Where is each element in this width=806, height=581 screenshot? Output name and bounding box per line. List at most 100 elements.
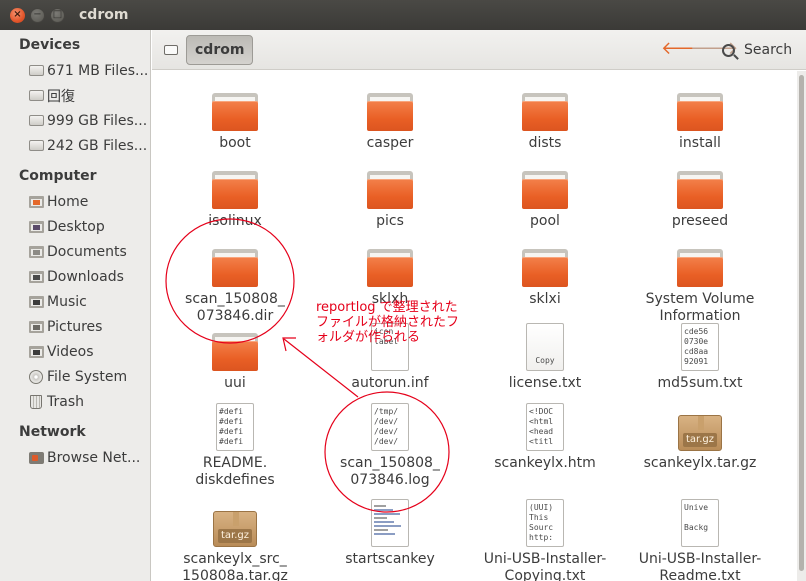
sidebar-item-label: Pictures (47, 318, 103, 335)
drive-icon (164, 44, 178, 55)
file-item[interactable]: <!DOC <html <head <titl scankeylx.htm (470, 401, 620, 472)
folder-body (677, 179, 723, 209)
folder-icon (211, 237, 259, 287)
file-item[interactable]: isolinux (160, 159, 310, 230)
code-line (374, 513, 400, 515)
sidebar-item[interactable]: 671 MB Files... (0, 58, 150, 83)
scrollbar-thumb[interactable] (799, 75, 804, 571)
trash-icon-shape (30, 394, 42, 409)
file-item[interactable]: pics (315, 159, 465, 230)
sidebar-item[interactable]: Documents (0, 239, 150, 264)
file-item[interactable]: (UUI) This Sourc http: Uni-USB-Installer-… (470, 497, 620, 581)
file-item[interactable]: preseed (625, 159, 775, 230)
filesystem-icon (28, 369, 44, 385)
file-item[interactable]: casper (315, 81, 465, 152)
file-item[interactable]: /tmp/ /dev/ /dev/ /dev/scan_150808_ 0738… (315, 401, 465, 489)
archive-tag: tar.gz (218, 529, 252, 543)
folder-shape (522, 93, 568, 131)
file-name: scan_150808_ 073846.dir (185, 291, 285, 324)
sidebar-item-label: 671 MB Files... (47, 62, 149, 79)
file-name: Uni-USB-Installer- Readme.txt (638, 551, 762, 581)
folder-icon (521, 237, 569, 287)
sidebar-item[interactable]: File System (0, 364, 150, 389)
sidebar-item[interactable]: Home (0, 189, 150, 214)
folder-icon (366, 159, 414, 209)
sidebar-item[interactable]: Music (0, 289, 150, 314)
file-name: isolinux (208, 213, 262, 229)
downloads-icon (28, 269, 44, 285)
file-item[interactable]: tar.gz scankeylx_src_ 150808a.tar.gz (160, 497, 310, 581)
file-item[interactable]: System Volume Information (625, 237, 775, 325)
folder-shape (677, 249, 723, 287)
file-item[interactable]: sklxh (315, 237, 465, 308)
file-item[interactable]: dists (470, 81, 620, 152)
binary-icon: Copy (521, 321, 569, 371)
sidebar-item[interactable]: 999 GB Files... (0, 108, 150, 133)
folder-body (522, 101, 568, 131)
archive-tag: tar.gz (683, 433, 717, 447)
file-name: license.txt (508, 375, 582, 391)
file-item[interactable]: #defi #defi #defi #defi README. diskdefin… (160, 401, 310, 489)
folder-shape (212, 333, 258, 371)
file-item[interactable]: install (625, 81, 775, 152)
sidebar-item[interactable]: 回復 (0, 83, 150, 108)
file-item[interactable]: pool (470, 159, 620, 230)
sidebar-item-label: Documents (47, 243, 127, 260)
file-name: dists (528, 135, 562, 151)
sidebar-item[interactable]: Pictures (0, 314, 150, 339)
code-line (374, 533, 395, 535)
code-line (374, 517, 387, 519)
file-name: casper (366, 135, 414, 151)
file-item[interactable]: Unive Backg Uni-USB-Installer- Readme.txt (625, 497, 775, 581)
file-item[interactable]: cde56 0730e cd8aa 92091 md5sum.txt (625, 321, 775, 392)
file-item[interactable]: startscankey (315, 497, 465, 568)
videos-icon (28, 344, 44, 360)
sidebar-item[interactable]: Trash (0, 389, 150, 414)
file-item[interactable]: tar.gz scankeylx.tar.gz (625, 401, 775, 472)
drive-icon (28, 63, 44, 79)
code-line (374, 525, 401, 527)
sidebar-item[interactable]: Browse Net... (0, 445, 150, 470)
folder-icon (676, 159, 724, 209)
file-name: autorun.inf (351, 375, 429, 391)
folder-shape (367, 171, 413, 209)
minimize-window-button[interactable]: − (30, 7, 45, 23)
file-name: preseed (671, 213, 729, 229)
breadcrumb-cdrom[interactable]: cdrom (186, 34, 254, 65)
text-icon: (UUI) This Sourc http: (521, 497, 569, 547)
network-icon (28, 450, 44, 466)
archive-box: tar.gz (213, 507, 257, 547)
sidebar-item-label: Trash (47, 393, 84, 410)
file-item[interactable]: sklxi (470, 237, 620, 308)
file-name: System Volume Information (645, 291, 755, 324)
file-item[interactable]: uui (160, 321, 310, 392)
maximize-window-button[interactable]: □ (50, 7, 65, 23)
location-toggle-button[interactable] (160, 37, 182, 63)
archive-icon: tar.gz (676, 401, 724, 451)
title-bar: × − □ cdrom (0, 0, 806, 30)
sidebar-item[interactable]: Desktop (0, 214, 150, 239)
text-preview: /tmp/ /dev/ /dev/ /dev/ (371, 403, 409, 451)
sidebar-item[interactable]: 242 GB Files... (0, 133, 150, 158)
sidebar-item[interactable]: Downloads (0, 264, 150, 289)
annotation-note: reportlog で整理された ファイルが格納されたフ ォルダが作られる (316, 300, 460, 345)
file-item[interactable]: boot (160, 81, 310, 152)
search-button[interactable]: Search (722, 38, 792, 62)
drive-icon-shape (28, 65, 44, 76)
file-name: startscankey (345, 551, 435, 567)
folder-shape (367, 249, 413, 287)
text-preview: <!DOC <html <head <titl (526, 403, 564, 451)
folder-shape (522, 171, 568, 209)
close-window-button[interactable]: × (10, 7, 25, 23)
window-title: cdrom (79, 7, 129, 23)
sidebar-item[interactable]: Videos (0, 339, 150, 364)
folder-body (522, 257, 568, 287)
folder-icon (366, 237, 414, 287)
documents-icon (28, 244, 44, 260)
music-icon-shape (28, 295, 44, 308)
text-icon: /tmp/ /dev/ /dev/ /dev/ (366, 401, 414, 451)
code-line (374, 509, 393, 511)
folder-shape (677, 171, 723, 209)
scrollbar[interactable] (797, 71, 806, 581)
file-item[interactable]: scan_150808_ 073846.dir (160, 237, 310, 325)
